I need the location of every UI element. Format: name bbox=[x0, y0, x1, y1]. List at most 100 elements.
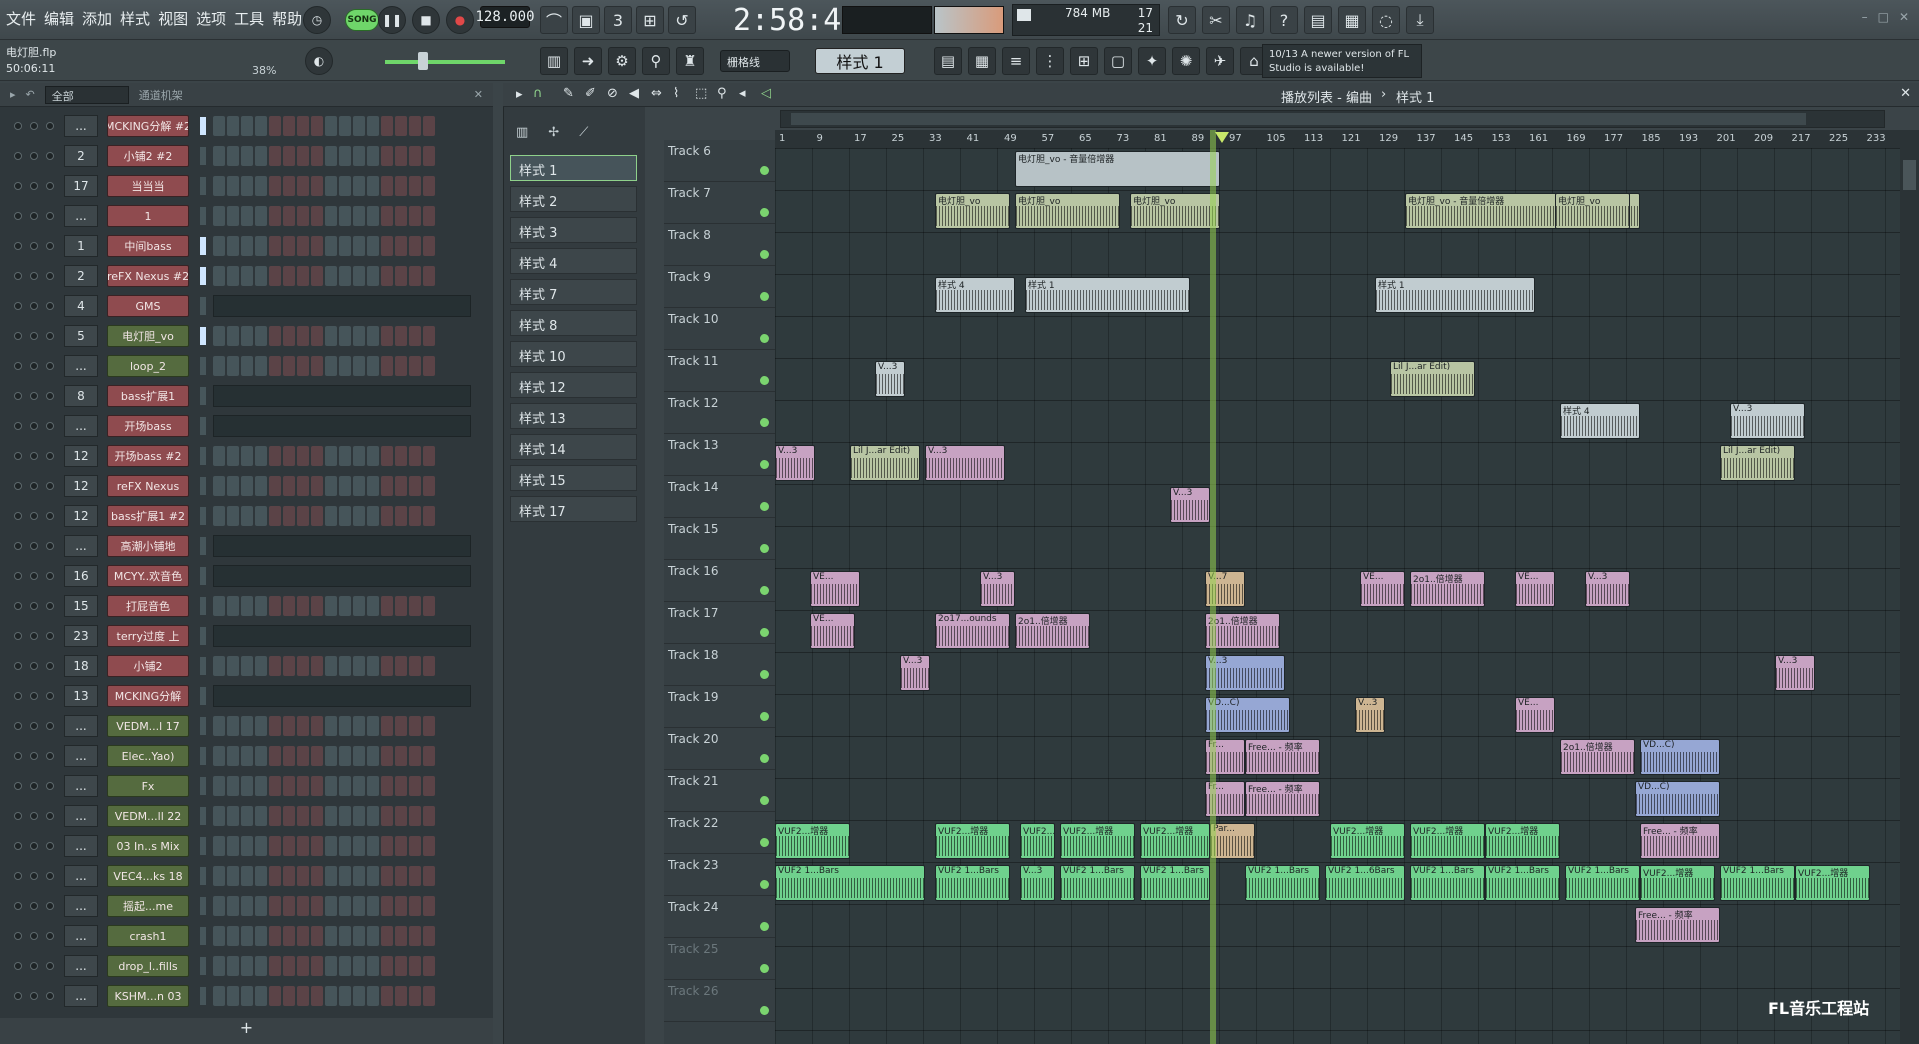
channel-name-button[interactable]: 电灯胆_vo bbox=[107, 325, 189, 347]
step-button[interactable] bbox=[325, 446, 337, 466]
channel-led-icon[interactable] bbox=[30, 422, 38, 430]
track-enable-led-icon[interactable] bbox=[760, 166, 769, 175]
step-button[interactable] bbox=[297, 506, 309, 526]
step-button[interactable] bbox=[409, 926, 421, 946]
step-button[interactable] bbox=[367, 356, 379, 376]
plugin-icon[interactable]: ⚙ bbox=[608, 47, 636, 75]
step-button[interactable] bbox=[283, 926, 295, 946]
step-button[interactable] bbox=[381, 776, 393, 796]
track-enable-led-icon[interactable] bbox=[760, 838, 769, 847]
step-button[interactable] bbox=[367, 116, 379, 136]
step-button[interactable] bbox=[381, 836, 393, 856]
step-button[interactable] bbox=[367, 806, 379, 826]
channel-led-icon[interactable] bbox=[30, 542, 38, 550]
step-button[interactable] bbox=[213, 746, 225, 766]
step-button[interactable] bbox=[255, 836, 267, 856]
playlist-clip[interactable]: 电灯胆_vo - 音量倍增器 bbox=[1015, 151, 1220, 187]
song-time-display[interactable]: 2:58:41 bbox=[733, 2, 859, 38]
maximize-icon[interactable]: □ bbox=[1878, 10, 1889, 24]
step-edit-icon[interactable]: ▣ bbox=[572, 6, 600, 34]
step-button[interactable] bbox=[395, 236, 407, 256]
step-button[interactable] bbox=[213, 206, 225, 226]
track-header[interactable]: Track 26 bbox=[664, 980, 775, 1022]
step-button[interactable] bbox=[283, 116, 295, 136]
step-button[interactable] bbox=[409, 206, 421, 226]
step-button[interactable] bbox=[409, 476, 421, 496]
step-button[interactable] bbox=[409, 266, 421, 286]
step-button[interactable] bbox=[423, 956, 435, 976]
step-button[interactable] bbox=[227, 956, 239, 976]
step-button[interactable] bbox=[339, 656, 351, 676]
step-button[interactable] bbox=[381, 326, 393, 346]
step-button[interactable] bbox=[423, 806, 435, 826]
channel-led-icon[interactable] bbox=[46, 992, 54, 1000]
step-button[interactable] bbox=[255, 926, 267, 946]
channel-select-toggle[interactable] bbox=[200, 627, 206, 645]
channel-led-icon[interactable] bbox=[14, 512, 22, 520]
channel-led-icon[interactable] bbox=[46, 692, 54, 700]
step-button[interactable] bbox=[297, 866, 309, 886]
step-button[interactable] bbox=[367, 866, 379, 886]
channel-mixer-track[interactable]: ... bbox=[64, 745, 98, 767]
channel-led-icon[interactable] bbox=[30, 572, 38, 580]
step-button[interactable] bbox=[367, 986, 379, 1006]
menu-view[interactable]: 视图 bbox=[158, 8, 188, 29]
step-button[interactable] bbox=[339, 746, 351, 766]
step-button[interactable] bbox=[283, 656, 295, 676]
track-enable-led-icon[interactable] bbox=[760, 376, 769, 385]
channel-led-icon[interactable] bbox=[46, 662, 54, 670]
step-button[interactable] bbox=[227, 596, 239, 616]
channel-led-icon[interactable] bbox=[46, 482, 54, 490]
step-button[interactable] bbox=[227, 146, 239, 166]
step-button[interactable] bbox=[227, 476, 239, 496]
playlist-clip[interactable]: VE... bbox=[810, 571, 860, 607]
channel-name-button[interactable]: 1 bbox=[107, 205, 189, 227]
step-button[interactable] bbox=[269, 596, 281, 616]
channel-row[interactable]: ... loop_2 bbox=[0, 353, 493, 379]
step-button[interactable] bbox=[297, 746, 309, 766]
track-enable-led-icon[interactable] bbox=[760, 670, 769, 679]
channel-select-toggle[interactable] bbox=[200, 747, 206, 765]
step-button[interactable] bbox=[339, 206, 351, 226]
channel-name-button[interactable]: 开场bass #2 bbox=[107, 445, 189, 467]
step-button[interactable] bbox=[381, 116, 393, 136]
track-enable-led-icon[interactable] bbox=[760, 1006, 769, 1015]
step-button[interactable] bbox=[367, 326, 379, 346]
step-button[interactable] bbox=[367, 896, 379, 916]
step-button[interactable] bbox=[325, 926, 337, 946]
step-button[interactable] bbox=[297, 806, 309, 826]
step-button[interactable] bbox=[213, 926, 225, 946]
step-button[interactable] bbox=[423, 176, 435, 196]
step-button[interactable] bbox=[241, 326, 253, 346]
step-button[interactable] bbox=[339, 476, 351, 496]
step-button[interactable] bbox=[255, 806, 267, 826]
step-button[interactable] bbox=[367, 776, 379, 796]
channel-led-icon[interactable] bbox=[46, 332, 54, 340]
step-button[interactable] bbox=[213, 146, 225, 166]
track-header[interactable]: Track 17 bbox=[664, 602, 775, 644]
channel-led-icon[interactable] bbox=[14, 632, 22, 640]
channel-mixer-track[interactable]: 2 bbox=[64, 265, 98, 287]
playlist-clip[interactable]: VUF2...增器 bbox=[1020, 823, 1055, 859]
step-button[interactable] bbox=[381, 656, 393, 676]
channel-select-toggle[interactable] bbox=[200, 807, 206, 825]
channel-row[interactable]: 12 开场bass #2 bbox=[0, 443, 493, 469]
step-button[interactable] bbox=[311, 356, 323, 376]
step-button[interactable] bbox=[395, 836, 407, 856]
step-button[interactable] bbox=[241, 956, 253, 976]
step-button[interactable] bbox=[213, 326, 225, 346]
step-button[interactable] bbox=[339, 176, 351, 196]
channel-mixer-track[interactable]: 8 bbox=[64, 385, 98, 407]
step-button[interactable] bbox=[339, 806, 351, 826]
step-button[interactable] bbox=[353, 656, 365, 676]
playlist-grid[interactable]: 电灯胆_vo - 音量倍增器 电灯胆_vo 电灯胆_vo 电灯胆_vo 电灯胆_vo -… bbox=[775, 148, 1900, 1044]
step-button[interactable] bbox=[423, 446, 435, 466]
track-header[interactable]: Track 6 bbox=[664, 140, 775, 182]
channel-led-icon[interactable] bbox=[30, 242, 38, 250]
step-button[interactable] bbox=[409, 506, 421, 526]
step-button[interactable] bbox=[241, 116, 253, 136]
channel-mixer-track[interactable]: 17 bbox=[64, 175, 98, 197]
menu-file[interactable]: 文件 bbox=[6, 8, 36, 29]
playhead[interactable] bbox=[1210, 130, 1216, 1044]
step-button[interactable] bbox=[381, 986, 393, 1006]
